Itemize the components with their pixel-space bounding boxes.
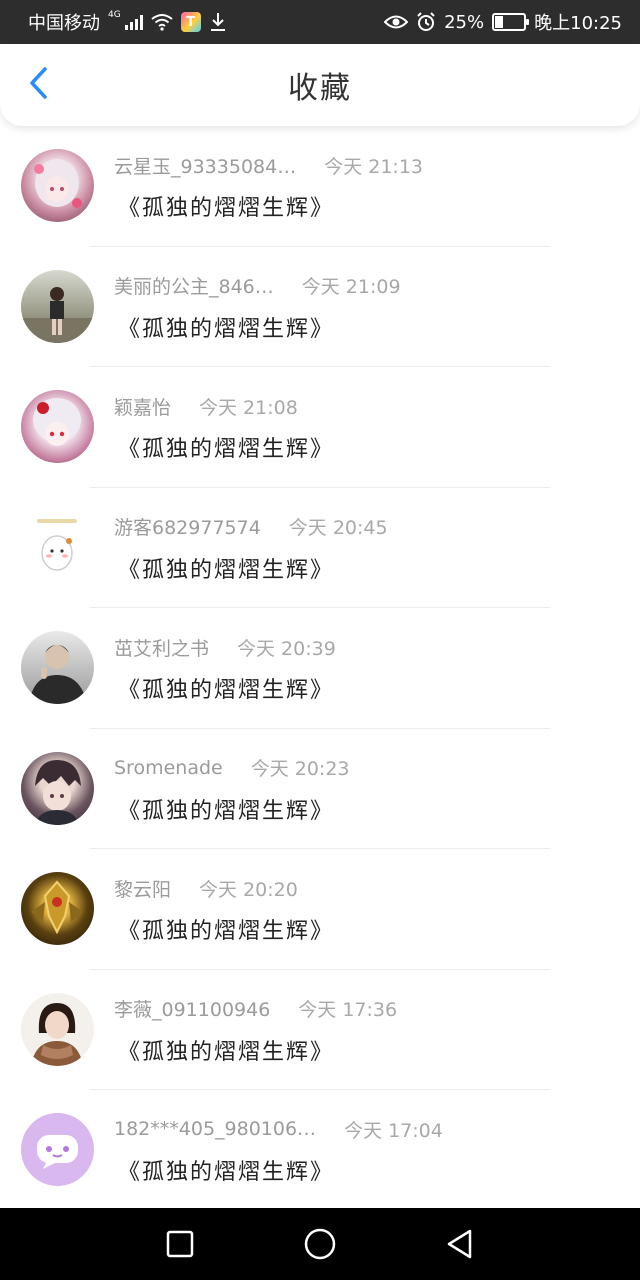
book-title[interactable]: 《孤独的熠熠生辉》 [118, 1034, 334, 1066]
list-item[interactable]: 182***405_980106… 今天 17:04 《孤独的熠熠生辉》 [0, 1090, 640, 1208]
avatar[interactable] [21, 390, 94, 463]
back-nav-button[interactable] [430, 1214, 490, 1274]
favorites-screen: 中国移动 4G T 25% 晚上10:25 收藏 云星玉_93335084… 今… [0, 0, 640, 1280]
timestamp: 今天 17:04 [344, 1119, 443, 1142]
network-type: 4G [108, 10, 121, 20]
status-bar: 中国移动 4G T 25% 晚上10:25 [0, 0, 640, 44]
timestamp: 今天 20:39 [237, 637, 336, 660]
armor-avatar-icon [31, 880, 83, 935]
item-meta: 茁艾利之书 今天 20:39 [114, 633, 620, 661]
timestamp: 今天 21:08 [199, 396, 298, 419]
header: 收藏 [0, 44, 640, 126]
carrier-name: 中国移动 [28, 13, 100, 34]
back-triangle-icon [447, 1229, 472, 1259]
item-meta: 182***405_980106… 今天 17:04 [114, 1115, 620, 1143]
status-bar-left: 中国移动 4G T [28, 9, 227, 35]
home-button[interactable] [290, 1214, 350, 1274]
list-item[interactable]: 云星玉_93335084… 今天 21:13 《孤独的熠熠生辉》 [0, 126, 640, 247]
book-title[interactable]: 《孤独的熠熠生辉》 [118, 913, 334, 945]
avatar[interactable] [21, 992, 94, 1066]
battery-percent: 25% [444, 11, 485, 33]
avatar[interactable] [21, 751, 94, 825]
item-meta: 李薇_091100946 今天 17:36 [114, 995, 620, 1023]
avatar[interactable] [21, 149, 94, 222]
anime-girl-avatar-icon [34, 159, 82, 208]
anime-girl-avatar-icon [33, 398, 81, 446]
timestamp: 今天 20:20 [199, 878, 298, 901]
avatar[interactable] [21, 269, 94, 343]
list-item[interactable]: 茁艾利之书 今天 20:39 《孤独的熠熠生辉》 [0, 608, 640, 729]
avatar[interactable] [21, 872, 94, 945]
list-item[interactable]: 游客682977574 今天 20:45 《孤独的熠熠生辉》 [0, 488, 640, 608]
cartoon-avatar-icon [37, 518, 77, 571]
anime-boy-avatar-icon [35, 759, 81, 825]
chevron-left-icon [27, 66, 49, 104]
wifi-icon [151, 13, 173, 31]
timestamp: 今天 21:13 [324, 155, 424, 178]
item-meta: 美丽的公主_846… 今天 21:09 [114, 272, 620, 300]
list-item[interactable]: 黎云阳 今天 20:20 《孤独的熠熠生辉》 [0, 849, 640, 970]
photo-avatar-icon [21, 286, 94, 343]
book-title[interactable]: 《孤独的熠熠生辉》 [118, 190, 334, 222]
username[interactable]: Sromenade [114, 757, 223, 779]
book-title[interactable]: 《孤独的熠熠生辉》 [118, 552, 334, 584]
avatar[interactable] [21, 510, 94, 584]
username[interactable]: 黎云阳 [114, 875, 171, 902]
status-time: 晚上10:25 [534, 13, 622, 34]
list-item[interactable]: Sromenade 今天 20:23 《孤独的熠熠生辉》 [0, 729, 640, 849]
avatar[interactable] [21, 1113, 94, 1186]
list-item[interactable]: 美丽的公主_846… 今天 21:09 《孤独的熠熠生辉》 [0, 247, 640, 367]
username[interactable]: 茁艾利之书 [114, 634, 209, 661]
avatar[interactable] [21, 631, 94, 704]
back-button[interactable] [18, 64, 58, 106]
book-title[interactable]: 《孤独的熠熠生辉》 [118, 672, 334, 704]
list-item[interactable]: 颖嘉怡 今天 21:08 《孤独的熠熠生辉》 [0, 367, 640, 488]
username[interactable]: 美丽的公主_846… [114, 272, 274, 299]
timestamp: 今天 17:36 [298, 999, 398, 1021]
username[interactable]: 云星玉_93335084… [114, 152, 296, 179]
item-meta: 黎云阳 今天 20:20 [114, 874, 620, 902]
list-item[interactable]: 李薇_091100946 今天 17:36 《孤独的熠熠生辉》 [0, 970, 640, 1090]
item-meta: 游客682977574 今天 20:45 [114, 513, 620, 541]
book-title[interactable]: 《孤独的熠熠生辉》 [118, 1154, 334, 1186]
eye-icon [384, 14, 409, 30]
default-chat-avatar-icon [37, 1135, 78, 1169]
username[interactable]: 李薇_091100946 [114, 995, 270, 1022]
recents-button[interactable] [150, 1214, 210, 1274]
timestamp: 今天 20:23 [250, 758, 350, 780]
username[interactable]: 182***405_980106… [114, 1118, 316, 1140]
item-meta: Sromenade 今天 20:23 [114, 754, 620, 782]
item-meta: 颖嘉怡 今天 21:08 [114, 392, 620, 420]
signal-icon [124, 14, 143, 30]
book-title[interactable]: 《孤独的熠熠生辉》 [118, 311, 334, 343]
battery-icon [492, 13, 530, 31]
recents-square-icon [166, 1230, 194, 1258]
alarm-icon [416, 12, 436, 32]
app-notification-icon: T [180, 12, 201, 32]
item-meta: 云星玉_93335084… 今天 21:13 [114, 151, 620, 179]
username[interactable]: 游客682977574 [114, 513, 261, 540]
username[interactable]: 颖嘉怡 [114, 393, 171, 420]
photo-avatar-icon [31, 1002, 83, 1066]
timestamp: 今天 21:09 [301, 276, 401, 298]
page-title: 收藏 [288, 71, 352, 106]
favorites-list: 云星玉_93335084… 今天 21:13 《孤独的熠熠生辉》 美丽的公主_8… [0, 126, 640, 1208]
system-nav-bar [0, 1208, 640, 1280]
timestamp: 今天 20:45 [288, 517, 388, 539]
home-circle-icon [304, 1228, 336, 1260]
photo-avatar-icon [29, 645, 87, 704]
book-title[interactable]: 《孤独的熠熠生辉》 [118, 431, 334, 463]
download-icon [209, 12, 227, 32]
book-title[interactable]: 《孤独的熠熠生辉》 [118, 793, 334, 825]
status-bar-right: 25% 晚上10:25 [384, 9, 622, 35]
